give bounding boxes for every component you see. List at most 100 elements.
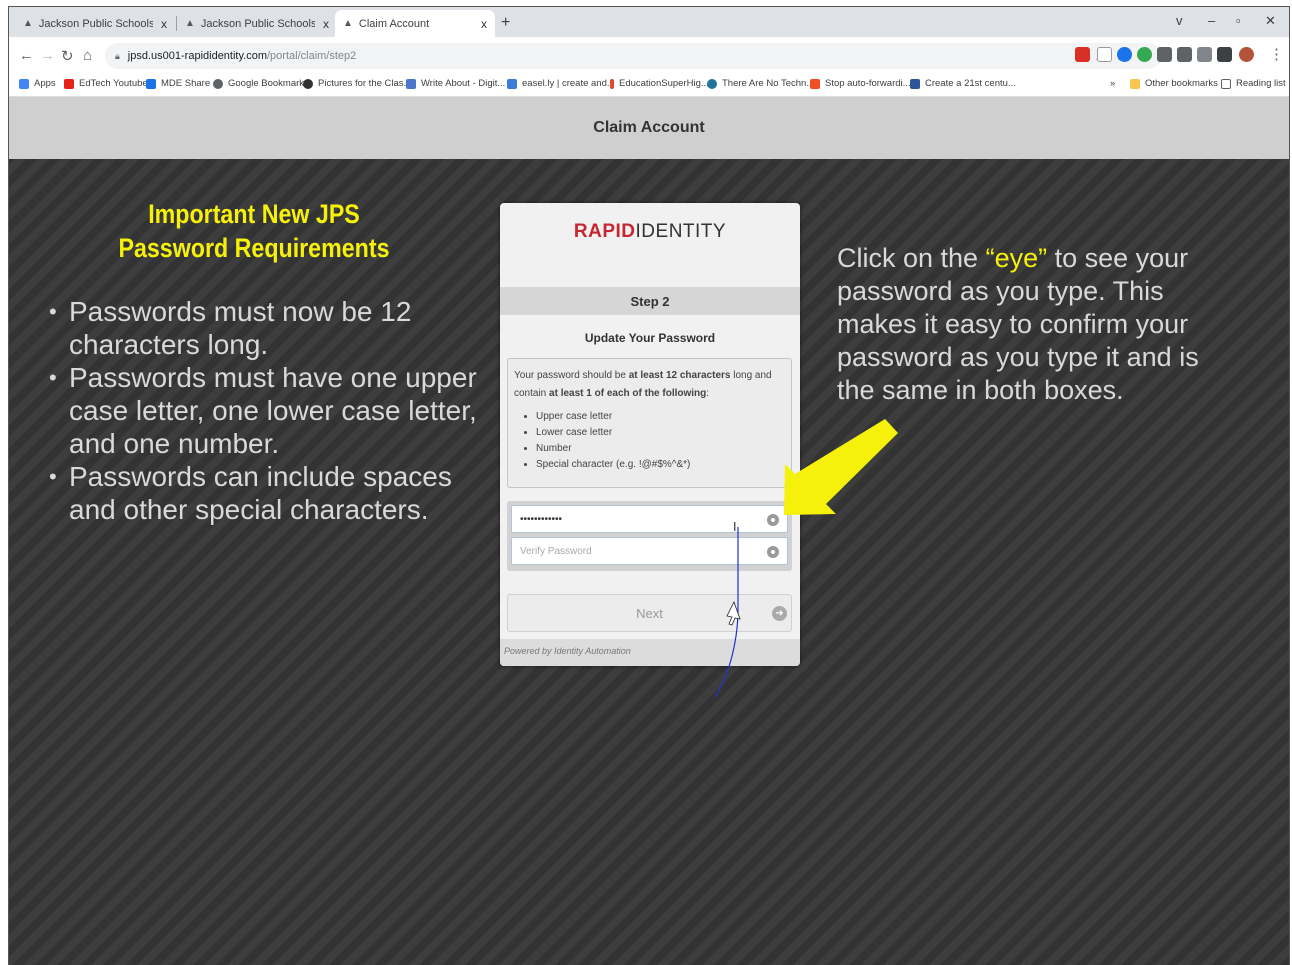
bookmark-mde-share[interactable]: MDE Share [146,78,210,89]
bookmark-apps[interactable]: Apps [19,78,56,89]
tab-close-icon[interactable]: x [481,17,487,31]
update-password-heading: Update Your Password [584,331,716,345]
minimize-button[interactable]: – [1208,13,1215,28]
requirement-item: Number [536,441,785,457]
school-favicon-icon: ▲ [23,18,33,29]
left-callout-list: Passwords must now be 12 characters long… [49,295,489,526]
bookmarks-bar: Apps EdTech Youtube MDE Share Google Boo… [9,75,1289,97]
tab-title: Claim Account [358,17,430,30]
home-icon[interactable]: ⌂ [83,47,92,64]
folder-icon [1130,78,1140,89]
extension-icon[interactable] [1157,47,1172,62]
password-requirements-box: Your password should be at least 12 char… [507,358,792,488]
right-callout-part: Click on the [837,243,986,273]
verify-password-field[interactable] [511,537,788,565]
bookmarks-overflow-button[interactable]: » [1110,78,1115,89]
page-header: Claim Account [9,97,1289,159]
apps-grid-icon [19,78,29,89]
logo-identity-text: IDENTITY [635,221,727,242]
wordpress-icon [707,78,717,89]
bookmark-label: EdTech Youtube [79,78,148,89]
extension-icon[interactable] [1117,47,1132,62]
left-callout-title: Important New JPS Password Requirements [118,199,390,263]
next-button[interactable]: Next ➜ [507,594,792,632]
reading-list-button[interactable]: Reading list [1221,78,1286,89]
yellow-pointer-arrow [784,419,898,515]
tab-title: Jackson Public Schools Portal [38,17,153,30]
extension-icon[interactable] [1137,47,1152,62]
page-title: Claim Account [593,119,705,136]
page-content: Claim Account Important New JPS Password… [9,97,1289,965]
forward-arrow-icon[interactable]: → [40,47,55,64]
requirements-list: Upper case letter Lower case letter Numb… [536,409,785,473]
tab-jps-portal-1[interactable]: ▲ Jackson Public Schools Portal x [15,10,175,37]
bookmark-education-superhighway[interactable]: EducationSuperHig... [610,78,709,89]
tab-claim-account[interactable]: ▲ Claim Account x [335,10,495,37]
tab-jps-portal-2[interactable]: ▲ Jackson Public Schools Portal x [177,10,337,37]
bookmark-label: Google Bookmark [228,78,305,89]
bookmark-label: Write About - Digit... [421,78,506,89]
tab-close-icon[interactable]: x [323,17,329,31]
verify-password-input[interactable] [520,545,750,557]
bookmark-other[interactable]: Other bookmarks [1130,78,1218,89]
claim-account-card: RAPIDIDENTITY Step 2 Update Your Passwor… [500,203,800,666]
bookmark-no-techniques[interactable]: There Are No Techn... [707,78,814,89]
bookmark-create-21st[interactable]: Create a 21st centu... [910,78,1016,89]
bookmark-label: Apps [34,78,56,89]
back-arrow-icon[interactable]: ← [19,47,34,64]
url-path: /portal/claim/step2 [267,50,357,62]
easelly-icon [507,78,517,89]
bookmark-write-about[interactable]: Write About - Digit... [406,78,505,89]
req-text-bold: at least 1 of each of the following [549,388,707,399]
extension-icon[interactable] [1197,47,1212,62]
new-password-field[interactable] [511,505,788,533]
next-button-label: Next [636,605,663,621]
new-password-input[interactable] [520,513,750,525]
browser-toolbar: ← → ↻ ⌂ 🔒︎ jpsd.us001-rapididentity.com … [9,37,1289,75]
bookmark-label: Pictures for the Clas... [318,78,412,89]
profile-avatar[interactable] [1239,47,1254,62]
req-text-bold: at least 12 characters [628,370,731,381]
extension-icon[interactable] [1177,47,1192,62]
address-bar[interactable]: 🔒︎ jpsd.us001-rapididentity.com /portal/… [105,43,1161,69]
rapididentity-logo: RAPIDIDENTITY [500,221,800,243]
new-tab-button[interactable]: + [501,14,510,32]
tab-title: Jackson Public Schools Portal [200,17,315,30]
pictures-icon [303,78,313,89]
bookmark-edtech-youtube[interactable]: EdTech Youtube [64,78,148,89]
requirement-item: Lower case letter [536,425,785,441]
logo-rapid-text: RAPID [573,221,636,242]
extension-icon[interactable] [1075,47,1090,62]
maximize-button[interactable]: ▫ [1236,13,1241,28]
word-icon [910,78,920,89]
req-text: Your password should be [514,370,629,381]
show-password-eye-icon[interactable] [767,514,779,526]
page-icon [406,78,416,89]
extension-icon[interactable] [1097,47,1112,62]
bookmark-label: MDE Share [161,78,211,89]
show-verify-eye-icon[interactable] [767,546,779,558]
tab-close-icon[interactable]: x [161,17,167,31]
bookmark-google[interactable]: Google Bookmark [213,78,304,89]
right-callout-highlight: “eye” [985,243,1048,273]
bookmark-easelly[interactable]: easel.ly | create and... [507,78,615,89]
arrow-right-icon: ➜ [772,606,787,621]
reload-icon[interactable]: ↻ [61,47,74,65]
close-window-button[interactable]: ✕ [1265,13,1276,29]
tab-strip: ▲ Jackson Public Schools Portal x ▲ Jack… [9,7,1289,37]
menu-kebab-icon[interactable]: ⋮ [1269,45,1284,63]
bookmark-pictures[interactable]: Pictures for the Clas... [303,78,411,89]
password-fields-group [507,501,792,571]
step-label: Step 2 [630,293,670,309]
step-indicator: Step 2 [500,287,800,315]
microsoft-icon [810,78,820,89]
tab-search-icon[interactable]: v [1176,13,1183,28]
extensions-puzzle-icon[interactable] [1217,47,1232,62]
school-favicon-icon: ▲ [343,18,353,29]
bookmark-label: Create a 21st centu... [925,78,1016,89]
bookmark-label: Reading list [1236,78,1286,89]
bookmark-icon [610,78,614,89]
bookmark-stop-autoforward[interactable]: Stop auto-forwardi... [810,78,911,89]
bookmark-label: EducationSuperHig... [619,78,709,89]
bookmark-label: Stop auto-forwardi... [825,78,911,89]
